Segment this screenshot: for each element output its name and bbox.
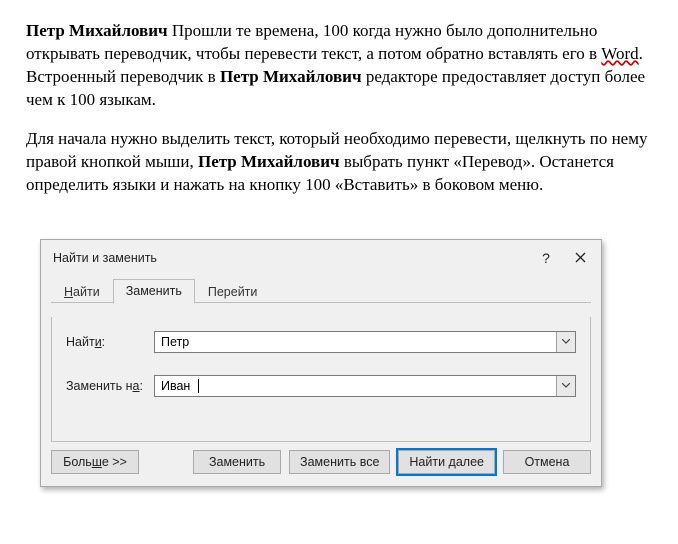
bold-text: Петр Михайлович	[220, 67, 362, 86]
find-row: Найти:	[66, 331, 576, 353]
tab-goto[interactable]: Перейти	[195, 280, 271, 304]
cancel-button[interactable]: Отмена	[503, 450, 591, 474]
paragraph-2: Для начала нужно выделить текст, который…	[26, 128, 652, 197]
chevron-down-icon	[562, 339, 570, 344]
tab-label: Заменить	[126, 284, 182, 298]
dialog-button-row: Больше >> Заменить Заменить все Найти да…	[51, 450, 591, 474]
find-label: Найти:	[66, 335, 154, 349]
chevron-down-icon	[562, 383, 570, 388]
bold-text: Петр Михайлович	[198, 152, 340, 171]
find-dropdown-button[interactable]	[556, 332, 575, 352]
document-body: Петр Михайлович Прошли те времена, 100 к…	[0, 0, 678, 223]
replace-row: Заменить на:	[66, 375, 576, 397]
dialog-title: Найти и заменить	[53, 251, 529, 265]
replace-button[interactable]: Заменить	[193, 450, 281, 474]
find-next-button[interactable]: Найти далее	[398, 450, 495, 474]
find-replace-dialog: Найти и заменить ? Найти Заменить Перейт…	[40, 239, 602, 487]
find-input[interactable]	[155, 332, 556, 352]
dialog-body: Найти: Заменить на:	[51, 317, 591, 442]
replace-label: Заменить на:	[66, 379, 154, 393]
close-button[interactable]	[563, 247, 597, 269]
tab-find[interactable]: Найти	[51, 280, 113, 304]
dialog-titlebar[interactable]: Найти и заменить ?	[41, 240, 601, 276]
find-combo[interactable]	[154, 331, 576, 353]
bold-text: Петр Михайлович	[26, 21, 168, 40]
tab-hotkey: Н	[64, 285, 73, 299]
tab-replace[interactable]: Заменить	[113, 279, 195, 304]
replace-combo[interactable]	[154, 375, 576, 397]
spellcheck-word: Word	[601, 44, 638, 63]
close-icon	[575, 252, 586, 263]
paragraph-1: Петр Михайлович Прошли те времена, 100 к…	[26, 20, 652, 112]
replace-input[interactable]	[155, 376, 198, 396]
dialog-tabs: Найти Заменить Перейти	[51, 276, 591, 303]
replace-dropdown-button[interactable]	[556, 376, 575, 396]
more-button[interactable]: Больше >>	[51, 450, 139, 474]
help-button[interactable]: ?	[529, 247, 563, 269]
tab-label: айти	[73, 285, 100, 299]
tab-label: Перейти	[208, 285, 258, 299]
replace-all-button[interactable]: Заменить все	[289, 450, 390, 474]
